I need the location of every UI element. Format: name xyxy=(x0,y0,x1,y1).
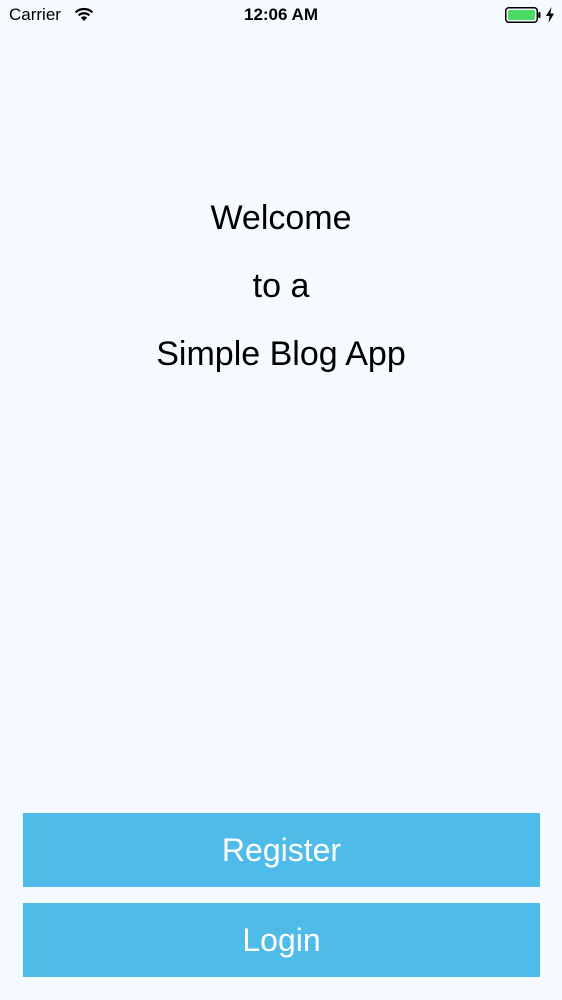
welcome-title-line-1: Welcome xyxy=(210,199,352,237)
status-bar: Carrier 12:06 AM xyxy=(0,0,562,30)
charging-bolt-icon xyxy=(546,7,554,23)
battery-icon xyxy=(505,7,541,23)
welcome-title-line-3: Simple Blog App xyxy=(156,335,406,373)
welcome-title-line-2: to a xyxy=(252,267,310,305)
status-time: 12:06 AM xyxy=(243,5,318,24)
register-button[interactable]: Register xyxy=(23,813,540,887)
login-button[interactable]: Login xyxy=(23,903,540,977)
